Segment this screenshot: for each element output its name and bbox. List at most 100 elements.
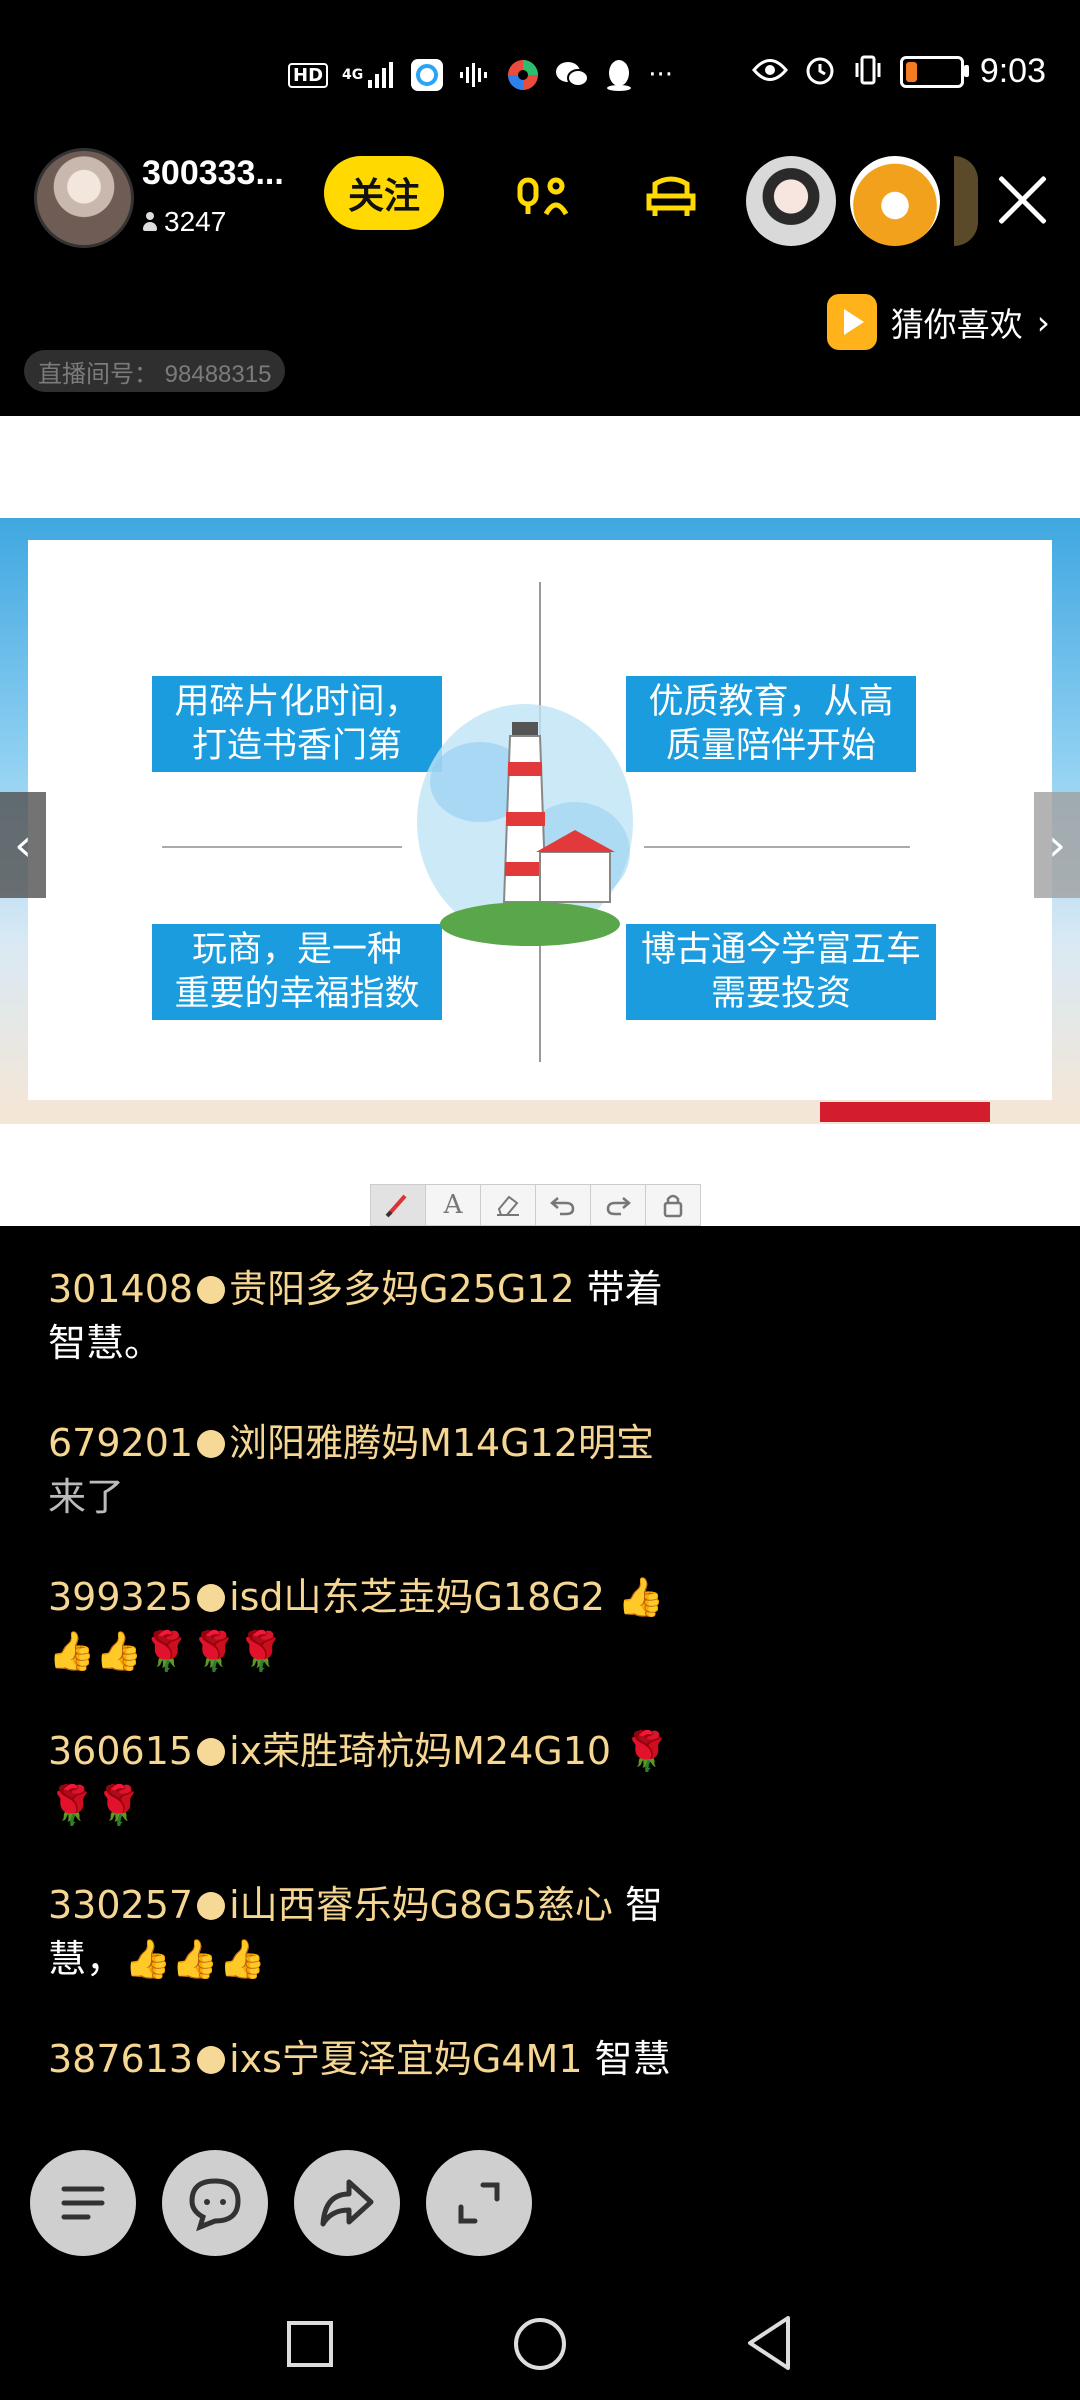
redo-icon [606, 1197, 631, 1216]
slide-prev-button[interactable]: ‹ [0, 792, 46, 898]
chat-message: 301408 贵阳多多妈G25G12 带着 智慧。 [48, 1262, 728, 1370]
home-button[interactable] [512, 2316, 568, 2376]
follow-button[interactable]: 关注 [324, 156, 444, 230]
circle-icon [514, 2318, 566, 2370]
chat-user-id[interactable]: 679201 [48, 1421, 193, 1465]
status-left-icons: HD 4G ··· [288, 58, 673, 92]
recents-button[interactable] [286, 2320, 334, 2372]
user-badge-icon [197, 1430, 226, 1458]
viewer-avatar-1[interactable] [746, 156, 836, 246]
quadrant-2-text: 优质教育，从高 质量陪伴开始 [648, 682, 894, 766]
redo-button[interactable] [591, 1185, 646, 1225]
clock: 9:03 [979, 52, 1046, 90]
chat-user-name[interactable]: isd山东芝垚妈G18G2 [229, 1575, 605, 1619]
viewer-avatar-2[interactable] [850, 156, 940, 246]
user-badge-icon [197, 1276, 226, 1304]
quadrant-3-text: 玩商，是一种 重要的幸福指数 [174, 930, 420, 1014]
more-dots-icon: ··· [648, 60, 674, 90]
chat-user-name[interactable]: 浏阳雅腾妈M14G12明宝 [229, 1421, 654, 1465]
chat-message-text: 智慧 [594, 2037, 671, 2081]
slide-quadrant-3: 玩商，是一种 重要的幸福指数 [152, 924, 442, 1020]
follower-count: 3247 [164, 206, 227, 237]
chat-message: 360615 ix荣胜琦杭妈M24G10 🌹 🌹🌹 [48, 1724, 728, 1832]
share-button[interactable] [294, 2150, 400, 2256]
chat-user-id[interactable]: 301408 [48, 1267, 193, 1311]
vibrate-icon [852, 54, 884, 90]
viewer-avatar-3-partial[interactable] [954, 156, 978, 246]
signal-4g-icon: 4G [342, 58, 396, 92]
text-tool-button[interactable]: A [426, 1185, 481, 1225]
sofa-icon[interactable] [636, 172, 706, 222]
square-icon [287, 2321, 333, 2367]
host-followers: 3247 [142, 206, 226, 238]
menu-icon [61, 2186, 105, 2220]
lighthouse-image [417, 704, 633, 946]
hd-icon: HD [288, 58, 329, 92]
mic-link-icon[interactable] [506, 172, 576, 222]
chat-message: 679201 浏阳雅腾妈M14G12明宝 来了 [48, 1416, 728, 1524]
status-bar: HD 4G ··· 9:03 [0, 0, 1080, 160]
wechat-icon [554, 58, 590, 92]
slide-quadrant-4: 博古通今学富五车 需要投资 [626, 924, 936, 1020]
user-badge-icon [197, 1584, 226, 1612]
play-icon [826, 294, 877, 350]
slide-next-button[interactable]: › [1034, 792, 1080, 898]
chat-user-name[interactable]: ixs宁夏泽宜妈G4M1 [229, 2037, 582, 2081]
eraser-tool-button[interactable] [481, 1185, 536, 1225]
whiteboard-toolbar: A [370, 1184, 701, 1226]
lock-icon [663, 1194, 683, 1218]
battery-level [905, 61, 918, 82]
slide-divider-left [162, 846, 402, 848]
system-nav-bar [0, 2280, 1080, 2400]
slide-quadrant-1: 用碎片化时间， 打造书香门第 [152, 676, 442, 772]
chevron-right-icon: › [1036, 302, 1050, 342]
quadrant-1-text: 用碎片化时间， 打造书香门第 [174, 682, 420, 766]
eye-icon [751, 57, 788, 87]
back-button[interactable] [744, 2314, 794, 2376]
fullscreen-icon [458, 2182, 500, 2224]
slide-decoration [820, 1102, 990, 1122]
host-avatar[interactable] [34, 148, 134, 248]
chat-message: 330257 i山西睿乐妈G8G5慈心 智 慧，👍👍👍 [48, 1878, 728, 1986]
person-icon [142, 212, 158, 232]
menu-button[interactable] [30, 2150, 136, 2256]
slide-quadrant-2: 优质教育，从高 质量陪伴开始 [626, 676, 916, 772]
chat-message: 399325 isd山东芝垚妈G18G2 👍 👍👍🌹🌹🌹 [48, 1570, 728, 1678]
guess-you-like-button[interactable]: 猜你喜欢 › [826, 294, 1050, 350]
battery-icon [899, 55, 969, 88]
user-badge-icon [197, 1892, 226, 1920]
quadrant-4-text: 博古通今学富五车 需要投资 [640, 930, 921, 1014]
chat-user-id[interactable]: 330257 [48, 1883, 193, 1927]
user-badge-icon [197, 1738, 226, 1766]
brush-tool-button[interactable] [371, 1185, 426, 1225]
chevron-right-icon: › [1048, 819, 1066, 871]
chat-user-id[interactable]: 399325 [48, 1575, 193, 1619]
chat-message: 387613 ixs宁夏泽宜妈G4M1 智慧 [48, 2032, 728, 2086]
audio-wave-icon [458, 58, 492, 92]
slide-divider-right [644, 846, 910, 848]
lock-button[interactable] [646, 1185, 700, 1225]
text-tool-icon: A [443, 1190, 463, 1220]
undo-button[interactable] [536, 1185, 591, 1225]
alarm-icon [804, 54, 836, 90]
triangle-back-icon [748, 2316, 790, 2370]
share-icon [320, 2179, 374, 2227]
app-icon-1 [410, 58, 444, 92]
status-right: 9:03 [751, 52, 1046, 91]
chat-user-id[interactable]: 360615 [48, 1729, 193, 1773]
chat-user-id[interactable]: 387613 [48, 2037, 193, 2081]
fullscreen-button[interactable] [426, 2150, 532, 2256]
chat-list: 301408 贵阳多多妈G25G12 带着 智慧。 679201 浏阳雅腾妈M14G1… [48, 1262, 728, 2132]
chat-user-name[interactable]: 贵阳多多妈G25G12 [229, 1267, 575, 1311]
chat-message-text: 来了 [48, 1475, 125, 1519]
chat-user-name[interactable]: ix荣胜琦杭妈M24G10 [229, 1729, 611, 1773]
user-badge-icon [197, 2046, 226, 2074]
undo-icon [550, 1197, 575, 1216]
chat-user-name[interactable]: i山西睿乐妈G8G5慈心 [229, 1883, 613, 1927]
chat-button[interactable] [162, 2150, 268, 2256]
host-name[interactable]: 300333... [142, 154, 284, 193]
eraser-icon [497, 1195, 519, 1216]
close-icon[interactable] [994, 172, 1050, 228]
chat-bubble-icon [189, 2178, 241, 2231]
brush-icon [385, 1194, 407, 1218]
